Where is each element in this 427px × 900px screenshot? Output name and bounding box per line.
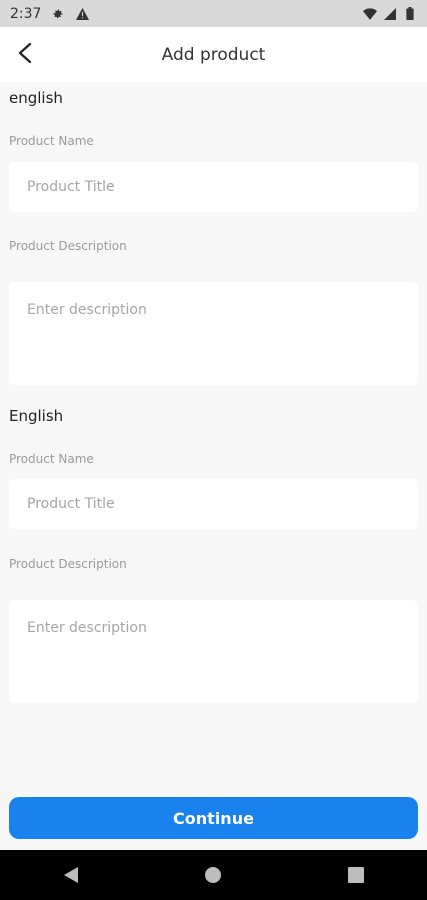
- product-description-label: Product Description: [9, 239, 127, 253]
- status-bar-left: 2:37: [10, 6, 89, 22]
- product-name-field: [9, 479, 418, 529]
- cell-signal-icon: [383, 7, 397, 21]
- product-description-label: Product Description: [9, 557, 127, 571]
- continue-button[interactable]: Continue: [9, 797, 418, 839]
- home-circle-icon[interactable]: [193, 855, 233, 895]
- product-description-field: [9, 600, 418, 703]
- system-nav-bar: [0, 850, 427, 900]
- description-textarea[interactable]: [25, 300, 402, 352]
- wifi-icon: [363, 7, 377, 21]
- product-title-input[interactable]: [25, 178, 402, 196]
- language-heading: English: [9, 407, 64, 425]
- warning-icon: [75, 7, 89, 21]
- battery-icon: [403, 7, 417, 21]
- product-name-label: Product Name: [9, 452, 94, 466]
- product-description-field: [9, 282, 418, 385]
- status-time: 2:37: [10, 5, 42, 22]
- description-textarea[interactable]: [25, 618, 402, 670]
- product-name-label: Product Name: [9, 134, 94, 148]
- language-heading: english: [9, 89, 63, 107]
- product-form: english Product Name Product Description…: [0, 82, 427, 792]
- back-triangle-icon[interactable]: [51, 855, 91, 895]
- app-bar: Add product: [0, 27, 427, 82]
- product-title-input[interactable]: [25, 495, 402, 513]
- status-bar: 2:37: [0, 0, 427, 27]
- page-title: Add product: [161, 44, 266, 65]
- product-name-field: [9, 162, 418, 212]
- back-arrow-icon[interactable]: [12, 39, 40, 67]
- settings-gear-icon: [51, 7, 65, 21]
- recents-square-icon[interactable]: [336, 855, 376, 895]
- status-bar-right: [363, 7, 417, 21]
